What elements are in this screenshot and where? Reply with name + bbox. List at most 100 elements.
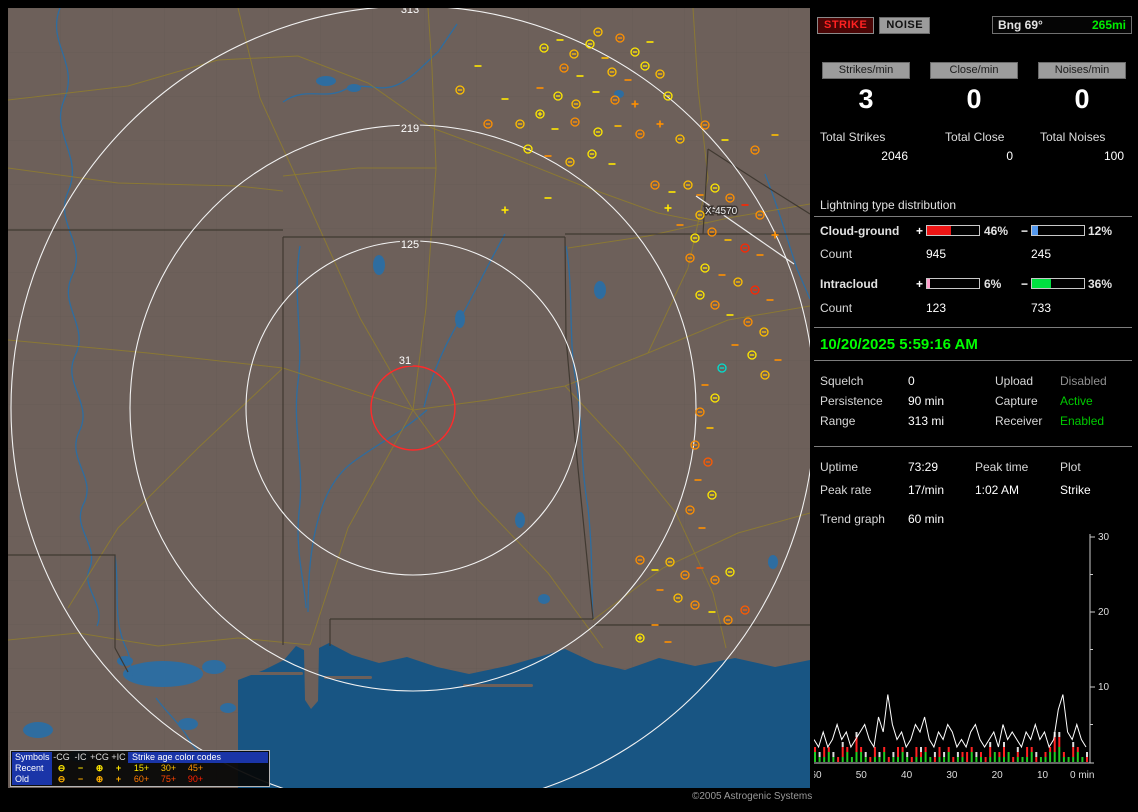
rate-values: 3 0 0 [812,84,1138,115]
squelch-label: Squelch [820,374,864,388]
peak-time-value: 1:02 AM [975,483,1020,497]
cg-neg-old-icon: ⊖ [57,774,66,784]
capture-label: Capture [995,394,1038,408]
plot-value: Strike [1060,483,1091,497]
cg-positive-count: 945 [926,247,947,261]
total-close-label: Total Close [945,130,1005,144]
map-canvas: 313 219 125 31 X-4570 [8,8,810,788]
total-strikes-label: Total Strikes [820,130,886,144]
svg-text:40: 40 [901,770,913,781]
legend-col-cg-neg: -CG [53,752,70,762]
copyright-text: ©2005 Astrogenic Systems [692,791,813,802]
svg-text:31: 31 [399,355,411,367]
strikes-per-min-button[interactable]: Strikes/min [822,62,910,79]
capture-status: Active [1060,394,1093,408]
plus-sign: + [916,224,924,238]
svg-text:50: 50 [856,770,868,781]
legend-col-ic-pos: +IC [111,752,126,762]
range-value: 313 mi [908,414,945,428]
receiver-label: Receiver [995,414,1043,428]
noise-indicator-button[interactable]: NOISE [879,16,931,34]
svg-text:20: 20 [992,770,1004,781]
panel-header: STRIKE NOISE Bng 69° 265mi [817,15,1132,35]
svg-text:125: 125 [401,239,419,251]
legend-col-cg-pos: +CG [90,752,109,762]
age-90: 90+ [187,774,204,784]
map-legend: Symbols -CG -IC +CG +IC Strike age color… [10,750,270,787]
lightning-map[interactable]: 313 219 125 31 X-4570 Symbols -CG -IC +CG +I… [8,8,810,788]
legend-col-ic-neg: -IC [74,752,87,762]
legend-recent-label: Recent [12,763,52,774]
ic-neg-recent-icon: − [77,763,84,773]
range-label: Range [820,414,856,428]
ic-positive-count: 123 [926,301,947,315]
age-60: 60+ [133,774,150,784]
legend-age-title: Strike age color codes [128,752,268,763]
cg-pos-old-icon: ⊕ [95,774,104,784]
cg-negative-pct: 12% [1088,224,1113,238]
persistence-value: 90 min [908,394,945,408]
bearing-value: Bng 69° [998,18,1043,32]
cg-neg-recent-icon: ⊖ [57,763,66,773]
plus-sign: + [916,277,924,291]
app-window: 313 219 125 31 X-4570 Symbols -CG -IC +CG +I… [0,0,1138,812]
distribution-title: Lightning type distribution [820,198,957,212]
total-strikes-value: 2046 [881,149,908,163]
noises-per-min-button[interactable]: Noises/min [1038,62,1126,79]
cg-positive-bar [926,225,980,236]
svg-text:0 min: 0 min [1070,770,1094,781]
legend-symbols-title: Symbols [12,752,52,763]
ic-neg-old-icon: − [77,774,84,784]
ic-negative-count: 733 [1031,301,1052,315]
uptime-value: 73:29 [908,460,939,474]
cloud-ground-row: Cloud-ground + 46% − 12% [812,224,1138,238]
persistence-label: Persistence [820,394,883,408]
svg-text:10: 10 [1037,770,1049,781]
age-30: 30+ [160,763,177,773]
svg-text:219: 219 [401,123,419,135]
legend-old-label: Old [12,774,52,785]
svg-text:313: 313 [401,8,419,16]
gulf-of-mexico [238,643,810,788]
total-noises-value: 100 [1103,149,1124,163]
uptime-label: Uptime [820,460,859,474]
peak-rate-label: Peak rate [820,483,872,497]
svg-text:30: 30 [1098,532,1110,543]
totals-row: Total Strikes 2046 Total Close 0 Total N… [812,130,1138,170]
intracloud-label: Intracloud [820,277,879,291]
rate-headers: Strikes/min Close/min Noises/min [812,62,1138,79]
noises-per-min-value: 0 [1074,84,1090,114]
ic-negative-bar [1031,278,1085,289]
ic-negative-pct: 36% [1088,277,1113,291]
svg-text:60: 60 [814,770,822,781]
datetime-display: 10/20/2025 5:59:16 AM [820,336,978,353]
cloud-ground-label: Cloud-ground [820,224,900,238]
peak-time-label: Peak time [975,460,1029,474]
cg-negative-count: 245 [1031,247,1052,261]
svg-text:30: 30 [946,770,958,781]
bearing-readout: Bng 69° 265mi [992,16,1132,34]
age-75: 75+ [160,774,177,784]
peak-rate-value: 17/min [908,483,945,497]
cg-pos-recent-icon: ⊕ [95,763,104,773]
strikes-per-min-value: 3 [858,84,874,114]
total-noises-label: Total Noises [1040,130,1106,144]
svg-text:10: 10 [1098,682,1110,693]
minus-sign: − [1021,277,1029,291]
svg-text:20: 20 [1098,607,1110,618]
intracloud-row: Intracloud + 6% − 36% [812,277,1138,291]
upload-label: Upload [995,374,1034,388]
upload-status: Disabled [1060,374,1107,388]
squelch-value: 0 [908,374,915,388]
total-close-value: 0 [1006,149,1013,163]
ic-pos-old-icon: + [115,774,122,784]
close-per-min-button[interactable]: Close/min [930,62,1018,79]
minus-sign: − [1021,224,1029,238]
age-15: 15+ [133,763,150,773]
count-label: Count [820,247,853,261]
trend-graph: 30 20 10 60 50 40 30 20 10 0 min [814,532,1110,781]
strike-indicator-button[interactable]: STRIKE [817,16,875,34]
cg-negative-bar [1031,225,1085,236]
cg-positive-pct: 46% [984,224,1009,238]
plot-label: Plot [1060,460,1081,474]
